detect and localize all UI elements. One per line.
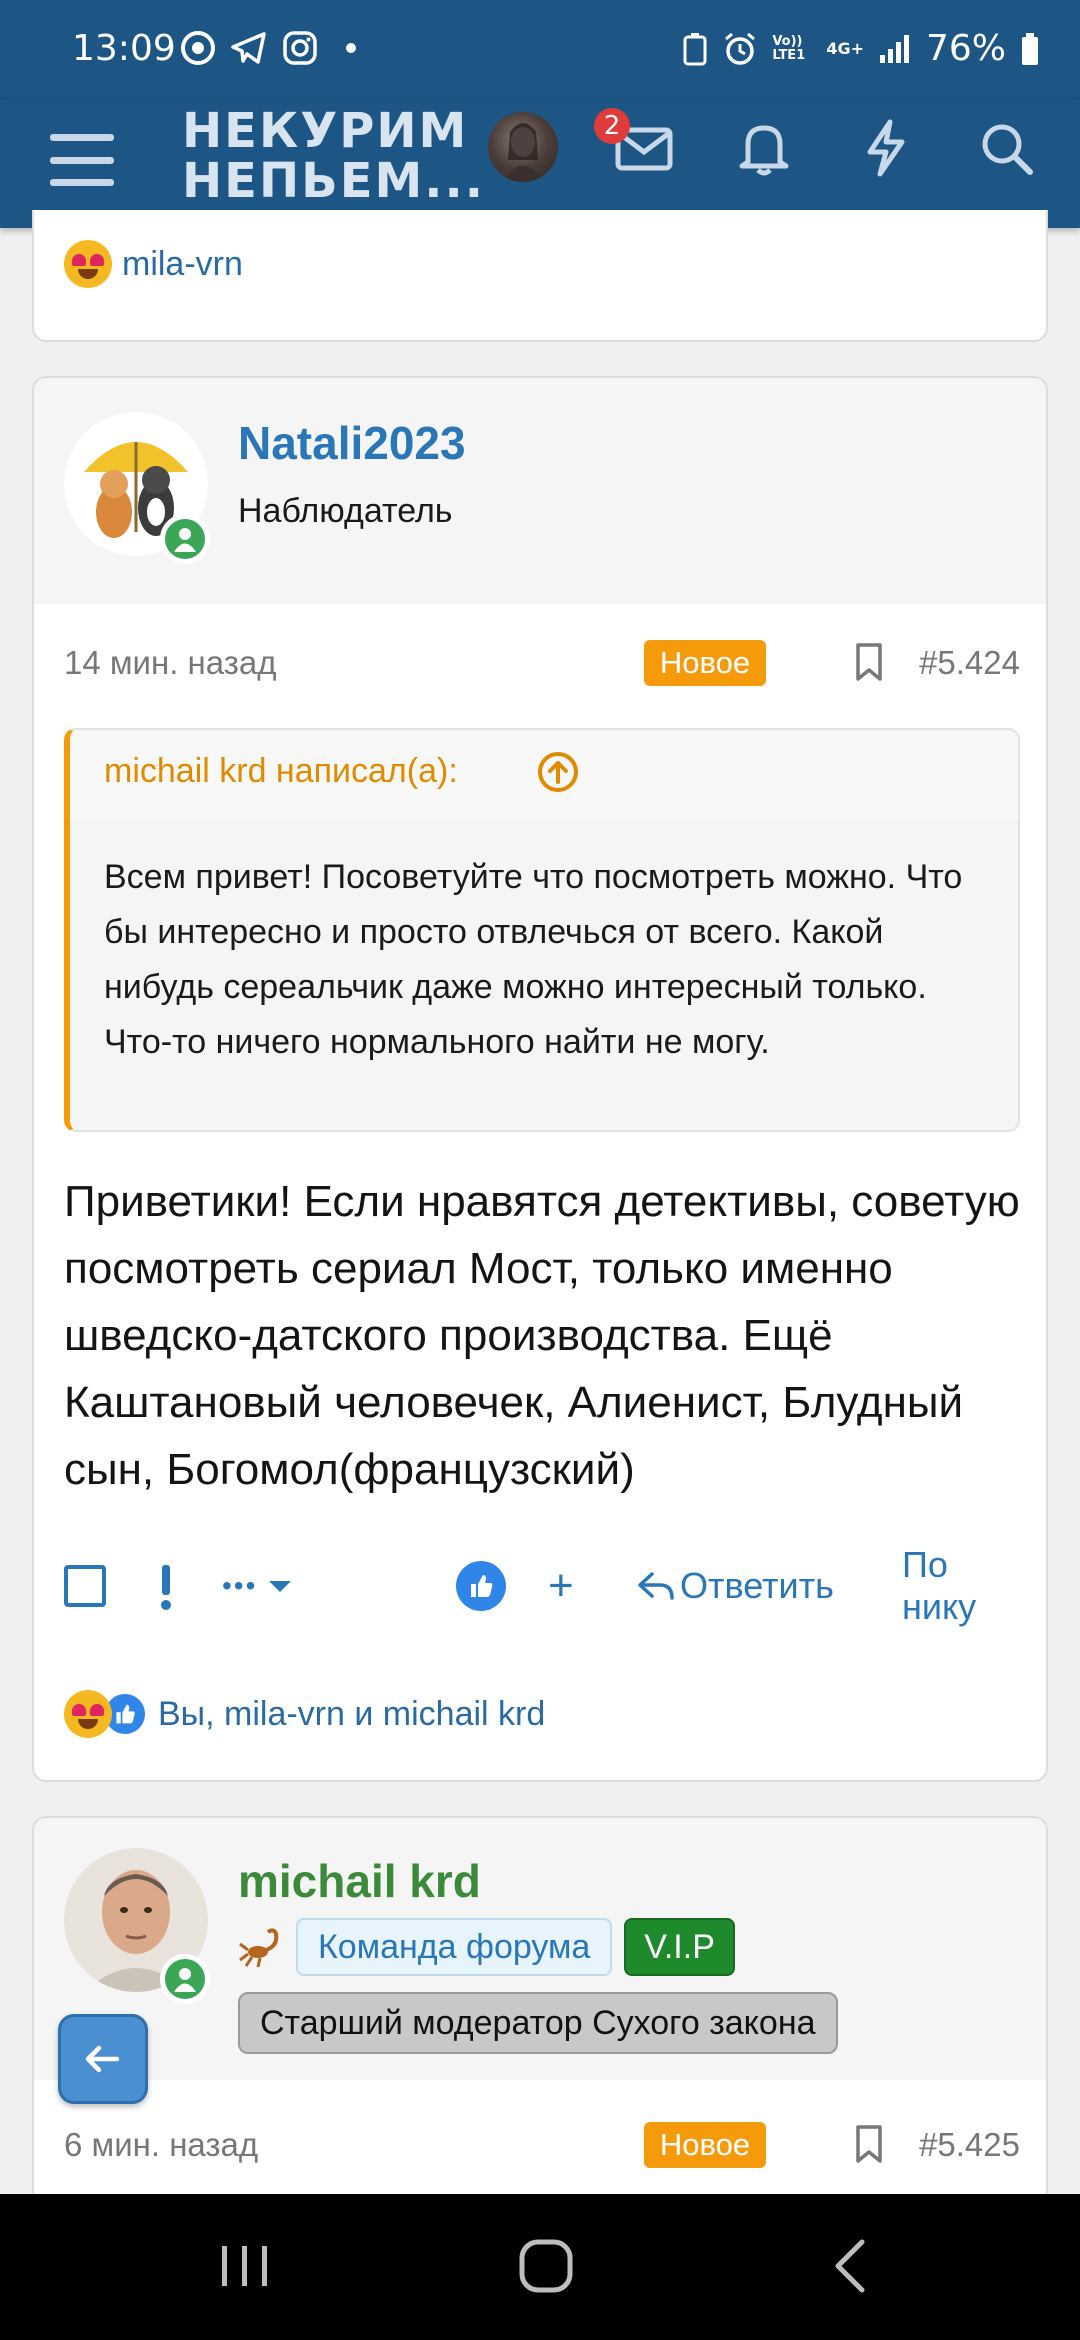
post-time[interactable]: 6 мин. назад [64,2126,258,2164]
reply-icon [638,1572,674,1600]
author-band: Natali2023 Наблюдатель [34,378,1046,604]
scorpion-icon [239,1928,279,1968]
menu-icon[interactable] [50,128,114,192]
status-bar: 13:09 Vo)) LTE1 4G+ 76% [0,0,1080,100]
bookmark-icon[interactable] [854,2124,884,2164]
by-nick-label: По нику [902,1544,977,1627]
reaction-users[interactable]: mila-vrn [122,245,243,284]
signal-icon [879,34,909,63]
online-status-icon [160,514,210,564]
arrow-up-circle-icon[interactable] [536,750,580,794]
reply-button[interactable]: Ответить [636,1546,834,1626]
site-logo[interactable]: НЕКУРИМ НЕПЬЕМ... [182,103,485,209]
battery-icon [1022,32,1038,65]
forum-header: НЕКУРИМ НЕПЬЕМ... 2 [0,100,1080,228]
post-meta: 6 мин. назад Новое #5.425 [64,2114,1020,2174]
bell-icon[interactable] [732,116,796,180]
like-button[interactable] [456,1546,506,1626]
author-role: Наблюдатель [238,492,453,530]
add-reaction-icon[interactable]: + [548,1546,574,1626]
user-tags: Команда форума V.I.P [238,1918,735,1976]
more-dots: ••• [222,1570,258,1601]
tag-vip: V.I.P [624,1918,735,1976]
tag-senior-moderator: Старший модератор Сухого закона [238,1992,838,2054]
quote-block: michail krd написал(а): Всем привет! Пос… [64,728,1020,1132]
post-time[interactable]: 14 мин. назад [64,644,277,682]
reaction-users[interactable]: Вы, mila-vrn и michail krd [158,1695,545,1734]
post-5424: Natali2023 Наблюдатель 14 мин. назад Нов… [32,376,1048,1782]
status-time: 13:09 [72,28,176,69]
post-number[interactable]: #5.425 [919,2126,1020,2164]
back-button[interactable] [58,2014,148,2104]
recent-apps-icon[interactable] [218,2236,272,2296]
network-label: 4G+ [826,39,864,58]
author-name[interactable]: michail krd [238,1854,481,1908]
post-actions: ••• + Ответить По нику [64,1544,1020,1627]
user-avatar[interactable] [488,112,558,182]
author-band: michail krd Команда форума V.I.P Старший… [34,1818,1046,2080]
status-system-icons: Vo)) LTE1 4G+ 76% [682,28,1040,69]
online-status-icon [160,1954,210,2004]
instagram-icon [283,31,317,65]
battery-saver-icon [683,32,707,65]
inbox-badge: 2 [594,108,630,144]
more-menu-button[interactable]: ••• [222,1546,295,1626]
volte-label: Vo)) LTE1 [772,33,806,63]
bookmark-icon[interactable] [854,642,884,682]
quote-text: Всем привет! Посоветуйте что посмотреть … [104,858,963,1061]
logo-line2: НЕПЬЕМ... [182,153,485,209]
reply-label: Ответить [680,1565,834,1606]
logo-line1: НЕКУРИМ [182,103,469,159]
quote-header[interactable]: michail krd написал(а): [70,730,1018,820]
lightning-icon[interactable] [854,116,918,180]
post-5425: michail krd Команда форума V.I.P Старший… [32,1816,1048,2236]
post-meta: 14 мин. назад Новое #5.424 [64,632,1020,692]
report-icon[interactable] [156,1546,176,1626]
new-badge: Новое [644,2122,766,2168]
select-checkbox[interactable] [64,1546,106,1626]
previous-post-reactions: mila-vrn [32,210,1048,342]
system-nav-bar [0,2194,1080,2340]
battery-percent: 76% [925,28,1006,69]
quote-author[interactable]: michail krd написал(а): [104,752,458,791]
chrome-icon [181,31,215,65]
heart-eyes-emoji-icon [64,1690,112,1738]
author-name[interactable]: Natali2023 [238,416,466,470]
home-icon[interactable] [516,2236,576,2296]
notification-dot [346,43,356,53]
new-badge: Новое [644,640,766,686]
search-icon[interactable] [974,116,1038,180]
thumbs-up-icon [456,1561,506,1611]
tag-forum-team: Команда форума [296,1918,613,1976]
telegram-icon [231,32,266,64]
reply-by-nick-button[interactable]: По нику [902,1544,1020,1627]
post-body: Приветики! Если нравятся детективы, сове… [64,1177,1020,1494]
status-app-icons [180,30,356,66]
reaction-summary[interactable]: Вы, mila-vrn и michail krd [64,1690,545,1738]
back-nav-icon[interactable] [830,2236,870,2296]
heart-eyes-emoji-icon [64,240,112,288]
post-number[interactable]: #5.424 [919,644,1020,682]
alarm-icon [725,32,756,65]
arrow-left-icon [85,2045,120,2073]
reaction-summary[interactable]: mila-vrn [64,240,243,288]
caret-down-icon [269,1581,292,1592]
